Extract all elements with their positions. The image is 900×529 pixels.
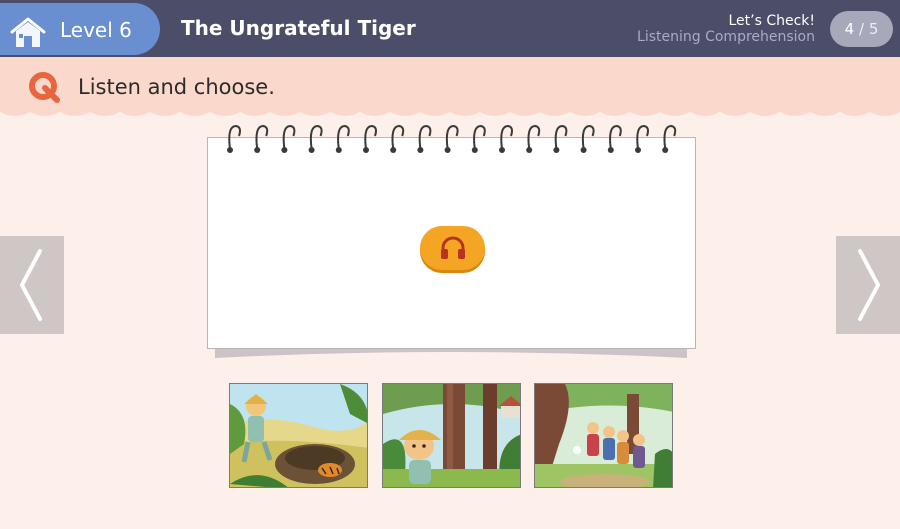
- spiral-ring: [363, 124, 377, 153]
- headphones-icon: [441, 236, 465, 259]
- section-subtitle: Listening Comprehension: [637, 29, 815, 45]
- home-icon[interactable]: [8, 16, 48, 50]
- spiral-ring: [308, 124, 323, 153]
- spiral-ring: [662, 124, 677, 153]
- spiral-ring: [227, 124, 241, 153]
- page-title: The Ungrateful Tiger: [181, 16, 416, 40]
- next-button[interactable]: [836, 236, 900, 334]
- chevron-left-icon: [20, 249, 42, 321]
- spiral-ring: [553, 124, 568, 153]
- spiral-ring: [635, 124, 649, 153]
- spiral-ring: [390, 124, 405, 153]
- page-current: 4: [844, 20, 855, 38]
- scene-boy-behind-tree-image: [383, 384, 520, 487]
- level-badge: Level 6: [0, 3, 160, 55]
- page-separator: /: [858, 20, 865, 38]
- audio-play-button[interactable]: [420, 226, 485, 270]
- spiral-ring: [526, 124, 541, 153]
- spiral-ring: [499, 124, 513, 153]
- spiral-ring: [335, 124, 350, 153]
- spiral-ring: [471, 124, 486, 153]
- spiral-ring: [444, 124, 459, 153]
- spiral-ring: [607, 124, 622, 153]
- chevron-right-icon: [858, 249, 880, 321]
- scene-man-and-tiger-image: [230, 384, 367, 487]
- wave-divider: [0, 108, 900, 116]
- level-label: Level 6: [60, 18, 132, 42]
- page-counter: 4 / 5: [830, 11, 893, 47]
- spiral-rings: [227, 124, 677, 153]
- q-icon: [29, 72, 60, 103]
- answer-choice-3[interactable]: [534, 383, 673, 488]
- answer-choice-1[interactable]: [229, 383, 368, 488]
- scene-villagers-in-forest-image: [535, 384, 672, 487]
- spiral-ring: [580, 124, 595, 153]
- top-bar: Level 6 The Ungrateful Tiger Let’s Check…: [0, 0, 900, 57]
- instruction-text: Listen and choose.: [78, 75, 275, 99]
- spiral-ring: [254, 124, 269, 153]
- prev-button[interactable]: [0, 236, 64, 334]
- section-title: Let’s Check!: [728, 13, 815, 29]
- spiral-ring: [417, 124, 432, 153]
- spiral-ring: [281, 124, 296, 153]
- page-total: 5: [868, 20, 879, 38]
- answer-choice-2[interactable]: [382, 383, 521, 488]
